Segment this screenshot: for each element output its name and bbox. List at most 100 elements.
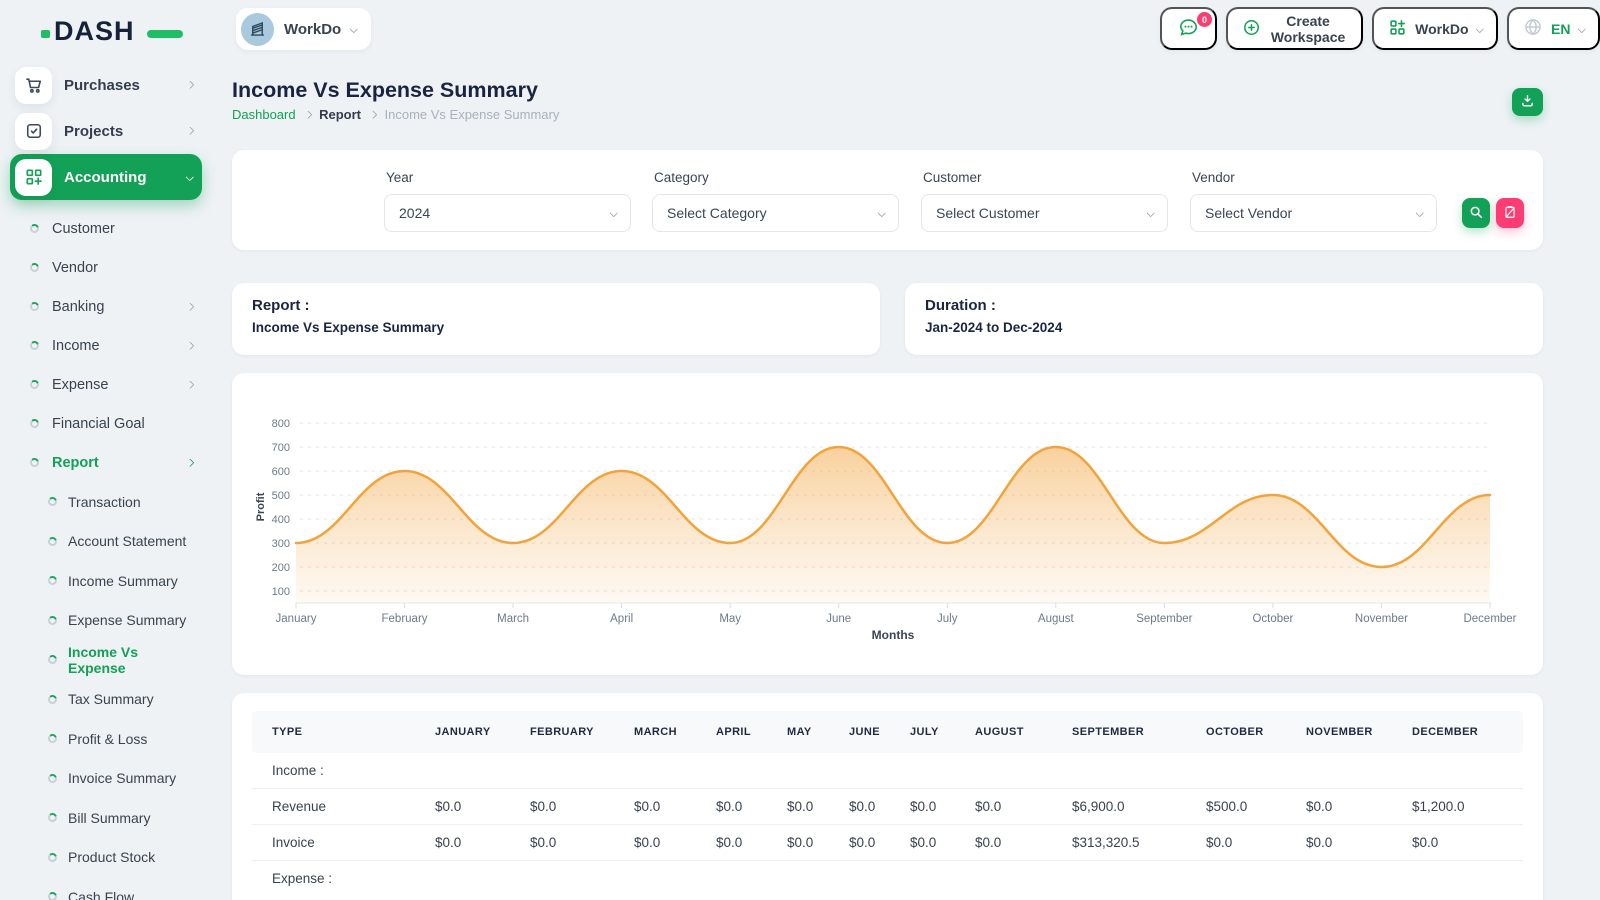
sidebar-item-bill-summary[interactable]: Bill Summary bbox=[0, 798, 212, 838]
vendor-select[interactable]: Select Vendor bbox=[1190, 194, 1437, 232]
sidebar-item-banking[interactable]: Banking bbox=[0, 287, 212, 326]
table-cell-value: $0.0 bbox=[975, 825, 1072, 861]
customer-select[interactable]: Select Customer bbox=[921, 194, 1168, 232]
bullet-icon bbox=[28, 222, 41, 235]
chart-x-tick-label: November bbox=[1355, 613, 1408, 625]
chart-x-tick-label: October bbox=[1252, 613, 1293, 625]
bullet-icon bbox=[28, 300, 41, 313]
breadcrumb-report-link[interactable]: Report bbox=[319, 107, 361, 122]
table-header-row: TYPEJANUARYFEBRUARYMARCHAPRILMAYJUNEJULY… bbox=[252, 711, 1523, 753]
breadcrumb-dashboard-link[interactable]: Dashboard bbox=[232, 107, 296, 122]
sidebar-item-income[interactable]: Income bbox=[0, 326, 212, 365]
table-cell-type: Invoice bbox=[252, 825, 435, 861]
sidebar-item-label: Income Summary bbox=[68, 573, 192, 589]
income-expense-table: TYPEJANUARYFEBRUARYMARCHAPRILMAYJUNEJULY… bbox=[252, 711, 1523, 896]
bullet-icon bbox=[46, 851, 59, 864]
chevron-right-icon bbox=[185, 459, 193, 467]
sidebar-item-account-statement[interactable]: Account Statement bbox=[0, 522, 212, 562]
customer-label: Customer bbox=[923, 170, 982, 185]
sidebar-item-expense-summary[interactable]: Expense Summary bbox=[0, 601, 212, 641]
chart-y-tick-label: 700 bbox=[272, 442, 290, 454]
table-row-income: Income : bbox=[252, 753, 1523, 789]
search-button[interactable] bbox=[1462, 198, 1490, 228]
chart-x-tick-label: June bbox=[826, 613, 851, 625]
sidebar-item-cash-flow[interactable]: Cash Flow bbox=[0, 877, 212, 900]
sidebar-item-product-stock[interactable]: Product Stock bbox=[0, 838, 212, 878]
page-title: Income Vs Expense Summary bbox=[232, 78, 538, 103]
bullet-icon bbox=[46, 614, 59, 627]
brand-logo[interactable]: DASH bbox=[54, 16, 174, 52]
sidebar-item-label: Report bbox=[52, 455, 174, 471]
chevron-right-icon bbox=[185, 127, 193, 135]
duration-card-title: Duration : bbox=[925, 296, 1523, 316]
year-select[interactable]: 2024 bbox=[384, 194, 631, 232]
bullet-icon bbox=[46, 495, 59, 508]
sidebar-item-projects[interactable]: Projects bbox=[10, 108, 202, 154]
sidebar-item-purchases[interactable]: Purchases bbox=[10, 62, 202, 108]
chart-ylabel: Profit bbox=[255, 492, 267, 521]
category-select[interactable]: Select Category bbox=[652, 194, 899, 232]
grid-icon bbox=[15, 159, 52, 196]
chevron-down-icon bbox=[185, 173, 193, 181]
table-header-january: JANUARY bbox=[435, 711, 530, 753]
sidebar-item-profit-loss[interactable]: Profit & Loss bbox=[0, 719, 212, 759]
chevron-down-icon bbox=[1577, 25, 1585, 33]
sidebar-item-label: Financial Goal bbox=[52, 416, 192, 432]
table-header-august: AUGUST bbox=[975, 711, 1072, 753]
table-cell-value: $0.0 bbox=[975, 789, 1072, 825]
table-header-april: APRIL bbox=[716, 711, 787, 753]
table-header-july: JULY bbox=[910, 711, 975, 753]
sidebar-item-label: Projects bbox=[64, 123, 175, 140]
download-button[interactable] bbox=[1512, 88, 1543, 116]
table-cell-value: $0.0 bbox=[1306, 825, 1412, 861]
chart-y-tick-label: 600 bbox=[272, 466, 290, 478]
sidebar-item-label: Expense Summary bbox=[68, 612, 192, 628]
sidebar-item-expense[interactable]: Expense bbox=[0, 365, 212, 404]
duration-summary-card: Duration : Jan-2024 to Dec-2024 bbox=[905, 283, 1543, 355]
sidebar-item-label: Transaction bbox=[68, 494, 192, 510]
table-cell-type: Income : bbox=[252, 753, 1523, 789]
sidebar-item-income-vs-expense[interactable]: Income Vs Expense bbox=[0, 640, 212, 680]
sidebar-item-income-summary[interactable]: Income Summary bbox=[0, 561, 212, 601]
sidebar-item-accounting[interactable]: Accounting bbox=[10, 154, 202, 200]
bullet-icon bbox=[28, 456, 41, 469]
bullet-icon bbox=[46, 811, 59, 824]
table-cell-value: $313,320.5 bbox=[1072, 825, 1206, 861]
reset-icon bbox=[1503, 205, 1517, 222]
bullet-icon bbox=[46, 693, 59, 706]
sidebar-item-financial-goal[interactable]: Financial Goal bbox=[0, 404, 212, 443]
table-cell-value: $0.0 bbox=[1412, 825, 1523, 861]
sidebar-item-vendor[interactable]: Vendor bbox=[0, 248, 212, 287]
table-cell-value: $500.0 bbox=[1206, 789, 1306, 825]
table-header-november: NOVEMBER bbox=[1306, 711, 1412, 753]
tasks-icon bbox=[15, 113, 52, 150]
chevron-down-icon bbox=[1146, 209, 1154, 217]
sidebar-item-label: Income bbox=[52, 338, 174, 354]
chart-x-tick-label: January bbox=[276, 613, 317, 625]
bullet-icon bbox=[46, 574, 59, 587]
chart-y-tick-label: 500 bbox=[272, 490, 290, 502]
chart-x-tick-label: April bbox=[610, 613, 633, 625]
sidebar-item-customer[interactable]: Customer bbox=[0, 209, 212, 248]
sidebar-item-report[interactable]: Report bbox=[0, 443, 212, 482]
table-row-revenue: Revenue$0.0$0.0$0.0$0.0$0.0$0.0$0.0$0.0$… bbox=[252, 789, 1523, 825]
bullet-icon bbox=[28, 378, 41, 391]
main-content: Income Vs Expense Summary Dashboard Repo… bbox=[232, 0, 1543, 900]
chart-x-tick-label: February bbox=[382, 613, 428, 625]
table-cell-value: $0.0 bbox=[1206, 825, 1306, 861]
reset-button[interactable] bbox=[1496, 198, 1524, 228]
sidebar-item-transaction[interactable]: Transaction bbox=[0, 482, 212, 522]
chart-x-tick-label: September bbox=[1136, 613, 1192, 625]
sidebar-item-invoice-summary[interactable]: Invoice Summary bbox=[0, 759, 212, 799]
table-cell-value: $0.0 bbox=[435, 825, 530, 861]
sidebar-item-label: Vendor bbox=[52, 260, 192, 276]
sidebar-item-label: Customer bbox=[52, 221, 192, 237]
sidebar-item-tax-summary[interactable]: Tax Summary bbox=[0, 680, 212, 720]
table-cell-value: $1,200.0 bbox=[1412, 789, 1523, 825]
bullet-icon bbox=[28, 261, 41, 274]
chevron-down-icon bbox=[877, 209, 885, 217]
table-cell-value: $0.0 bbox=[634, 789, 716, 825]
table-cell-value: $0.0 bbox=[787, 789, 849, 825]
download-icon bbox=[1520, 93, 1535, 111]
duration-card-value: Jan-2024 to Dec-2024 bbox=[925, 318, 1523, 338]
